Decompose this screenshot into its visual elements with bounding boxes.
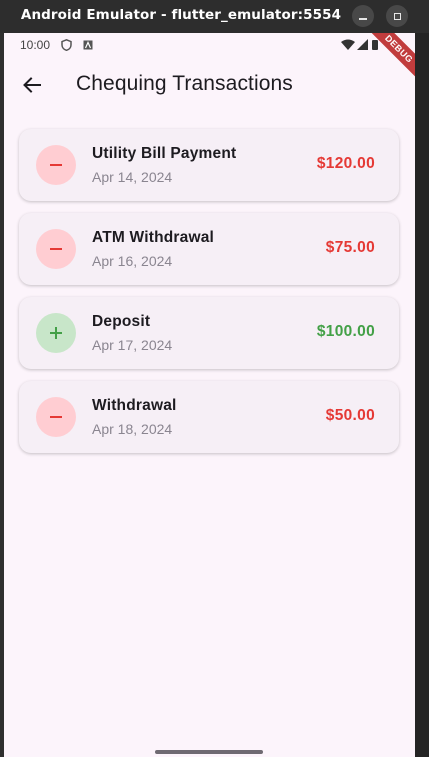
transaction-avatar (36, 229, 76, 269)
transaction-card[interactable]: Deposit Apr 17, 2024 $100.00 (19, 297, 399, 369)
minus-icon (50, 248, 62, 250)
home-indicator[interactable] (155, 750, 263, 754)
transaction-amount: $100.00 (316, 323, 375, 340)
transaction-amount: $120.00 (316, 155, 375, 172)
wifi-signal-icon (341, 39, 378, 50)
transaction-avatar (36, 397, 76, 437)
shield-icon (61, 39, 72, 51)
emulator-side-strip (415, 33, 429, 757)
transaction-title: Deposit (92, 313, 151, 330)
transaction-card[interactable]: ATM Withdrawal Apr 16, 2024 $75.00 (19, 213, 399, 285)
minimize-icon (359, 18, 367, 20)
transaction-avatar (36, 313, 76, 353)
plus-icon (50, 327, 62, 339)
maximize-icon (393, 12, 401, 20)
transaction-title: Utility Bill Payment (92, 145, 237, 162)
window-titlebar: Android Emulator - flutter_emulator:5554 (0, 0, 429, 33)
transaction-title: Withdrawal (92, 397, 177, 414)
transaction-date: Apr 16, 2024 (92, 253, 173, 269)
back-button[interactable] (16, 69, 48, 101)
minus-icon (50, 416, 62, 418)
transaction-date: Apr 18, 2024 (92, 421, 173, 437)
page-title: Chequing Transactions (76, 72, 293, 95)
transaction-amount: $50.00 (325, 407, 375, 424)
transaction-list: Utility Bill Payment Apr 14, 2024 $120.0… (19, 129, 399, 465)
notification-icon (83, 40, 93, 50)
emulator-window: Android Emulator - flutter_emulator:5554… (0, 0, 429, 757)
transaction-card[interactable]: Utility Bill Payment Apr 14, 2024 $120.0… (19, 129, 399, 201)
transaction-date: Apr 14, 2024 (92, 169, 173, 185)
transaction-card[interactable]: Withdrawal Apr 18, 2024 $50.00 (19, 381, 399, 453)
maximize-button[interactable] (386, 5, 408, 27)
phone-screen: 10:00 DEBUG Chequing Transactions Utilit… (4, 33, 415, 757)
minus-icon (50, 164, 62, 166)
window-title: Android Emulator - flutter_emulator:5554 (20, 7, 342, 23)
arrow-back-icon (23, 77, 41, 93)
minimize-button[interactable] (352, 5, 374, 27)
transaction-date: Apr 17, 2024 (92, 337, 173, 353)
status-time: 10:00 (20, 38, 51, 52)
status-bar: 10:00 DEBUG (4, 33, 415, 87)
app-bar: Chequing Transactions (4, 57, 415, 113)
transaction-amount: $75.00 (325, 239, 375, 256)
transaction-title: ATM Withdrawal (92, 229, 215, 246)
transaction-avatar (36, 145, 76, 185)
